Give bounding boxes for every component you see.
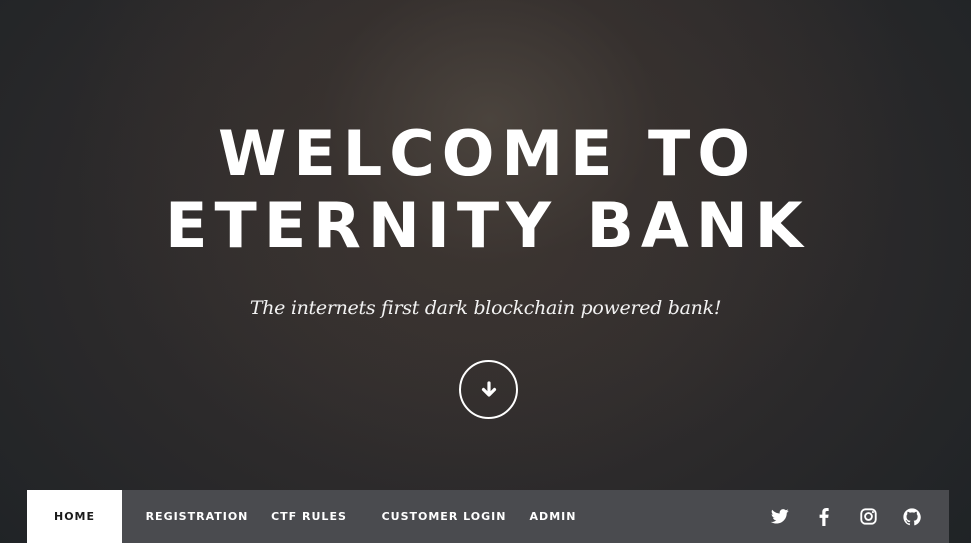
scroll-down-button[interactable]	[459, 360, 518, 419]
main-navbar: HOME REGISTRATION CTF RULES CUSTOMER LOG…	[27, 490, 949, 543]
nav-ctf-rules[interactable]: CTF RULES	[271, 490, 346, 543]
instagram-icon[interactable]	[857, 506, 879, 528]
hero-section: WELCOME TO ETERNITY BANK The internets f…	[0, 0, 971, 490]
facebook-icon[interactable]	[813, 506, 835, 528]
arrow-down-icon	[480, 380, 498, 399]
title-line-1: WELCOME TO	[217, 117, 758, 190]
social-links	[769, 490, 923, 543]
nav-home[interactable]: HOME	[27, 490, 122, 543]
title-line-2: ETERNITY BANK	[165, 189, 810, 262]
github-icon[interactable]	[901, 506, 923, 528]
page-title: WELCOME TO ETERNITY BANK	[0, 118, 971, 262]
nav-customer-login[interactable]: CUSTOMER LOGIN	[364, 490, 524, 543]
hero-subtitle: The internets first dark blockchain powe…	[249, 297, 722, 319]
twitter-icon[interactable]	[769, 506, 791, 528]
nav-admin[interactable]: ADMIN	[524, 490, 582, 543]
nav-registration[interactable]: REGISTRATION	[122, 490, 272, 543]
